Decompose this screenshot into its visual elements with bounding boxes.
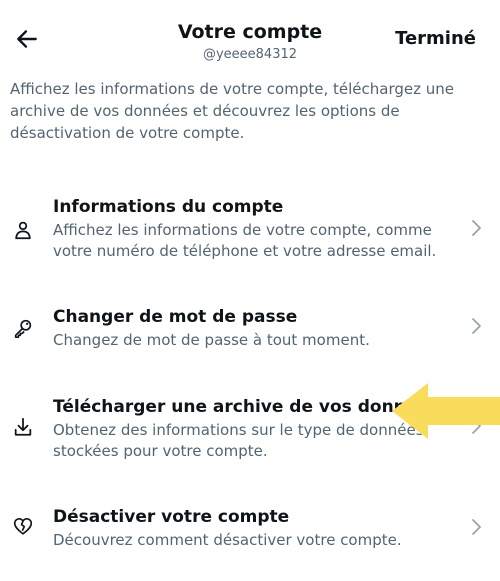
account-info-item[interactable]: Informations du compte Affichez les info… (0, 195, 500, 265)
download-icon (12, 416, 34, 438)
top-bar: Votre compte @yeeee84312 Terminé (0, 0, 500, 72)
done-button[interactable]: Terminé (395, 28, 476, 49)
deactivate-account-description: Découvrez comment désactiver votre compt… (53, 531, 402, 549)
deactivate-account-item[interactable]: Désactiver votre compte Découvrez commen… (0, 505, 500, 575)
key-icon (12, 317, 34, 339)
change-password-description: Changez de mot de passe à tout moment. (53, 331, 370, 349)
highlight-arrow-icon (388, 381, 500, 441)
change-password-label: Changer de mot de passe (53, 307, 298, 327)
change-password-texts: Changer de mot de passe Changez de mot d… (53, 305, 453, 351)
account-info-label: Informations du compte (53, 197, 284, 217)
chevron-right-icon (470, 218, 484, 238)
intro-text: Affichez les informations de votre compt… (10, 80, 455, 142)
deactivate-account-texts: Désactiver votre compte Découvrez commen… (53, 505, 453, 551)
broken-heart-icon (12, 515, 34, 537)
account-info-texts: Informations du compte Affichez les info… (53, 195, 453, 262)
person-icon (12, 219, 34, 241)
account-info-description: Affichez les informations de votre compt… (53, 221, 437, 260)
chevron-right-icon (470, 517, 484, 537)
chevron-right-icon (470, 316, 484, 336)
change-password-item[interactable]: Changer de mot de passe Changez de mot d… (0, 305, 500, 375)
deactivate-account-label: Désactiver votre compte (53, 507, 290, 527)
